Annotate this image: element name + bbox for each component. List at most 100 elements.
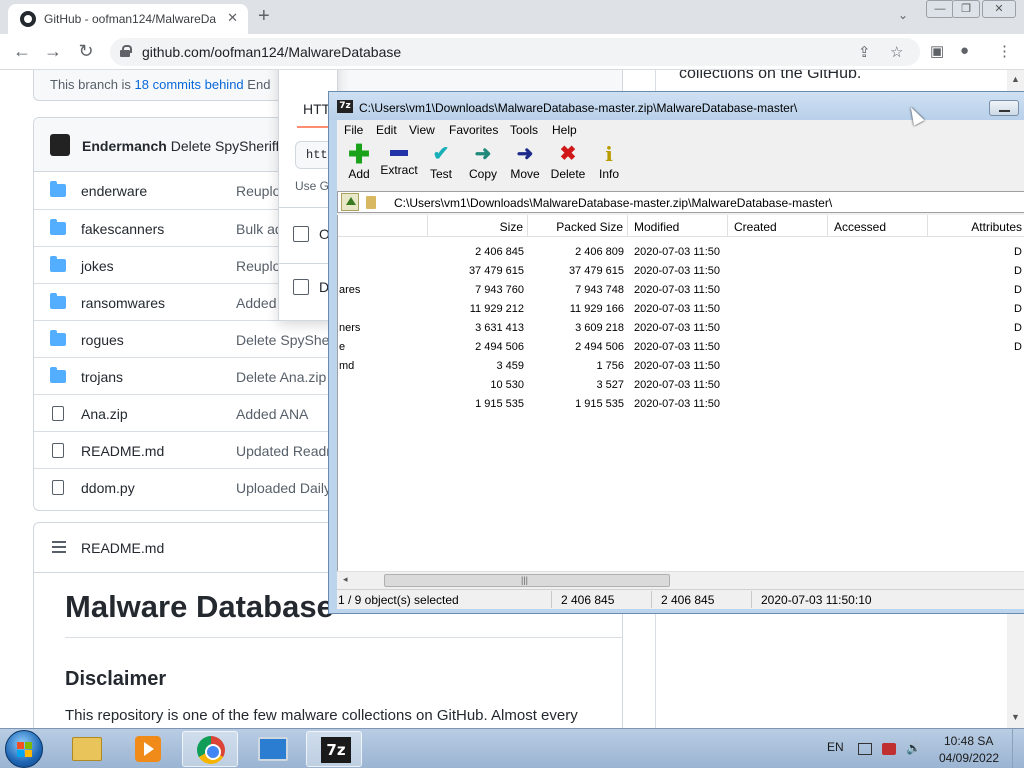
archive-row[interactable]: ners 3 631 413 3 609 218 2020-07-03 11:50 D (338, 319, 1024, 338)
taskbar-control-panel[interactable] (244, 731, 300, 767)
column-header-packed-size[interactable]: Packed Size (528, 215, 628, 237)
file-name-link[interactable]: README.md (81, 443, 164, 459)
browser-tab-github[interactable]: GitHub - oofman124/MalwareDa ✕ (8, 4, 248, 34)
address-bar[interactable]: github.com/oofman124/MalwareDatabase ⇪ ☆ (110, 38, 920, 66)
menu-favorites[interactable]: Favorites (449, 123, 498, 137)
column-header-name[interactable] (338, 215, 428, 237)
archive-file-list[interactable]: Size Packed Size Modified Created Access… (337, 215, 1024, 571)
file-name-link[interactable]: ddom.py (81, 480, 135, 496)
list-icon[interactable] (52, 541, 66, 553)
file-icon (52, 480, 64, 495)
file-name-link[interactable]: trojans (81, 369, 123, 385)
back-arrow-icon[interactable]: ← (11, 41, 33, 62)
clock-date[interactable]: 04/09/2022 (939, 751, 999, 765)
profile-avatar-icon[interactable]: ● (960, 42, 969, 59)
archive-row[interactable]: 37 479 615 37 479 615 2020-07-03 11:50 D (338, 262, 1024, 281)
file-name-link[interactable]: enderware (81, 183, 147, 199)
commit-message-link[interactable]: Updated Readr (236, 443, 331, 459)
file-name-link[interactable]: fakescanners (81, 221, 164, 237)
language-indicator[interactable]: EN (827, 740, 844, 754)
archive-row[interactable]: 2 406 845 2 406 809 2020-07-03 11:50 D (338, 243, 1024, 262)
tab-close-icon[interactable]: ✕ (227, 10, 238, 26)
status-bar: 1 / 9 object(s) selected 2 406 845 2 406… (337, 589, 1024, 609)
column-header-attributes[interactable]: Attributes (928, 215, 1024, 237)
test-button[interactable]: ✔ Test (419, 142, 463, 186)
commit-message-link[interactable]: Delete SpyShe (236, 332, 329, 348)
7zip-minimize-button[interactable] (989, 100, 1019, 116)
avatar[interactable] (50, 134, 70, 156)
archive-row[interactable]: e 2 494 506 2 494 506 2020-07-03 11:50 D (338, 338, 1024, 357)
archive-row[interactable]: 10 530 3 527 2020-07-03 11:50 (338, 376, 1024, 395)
browser-close-button[interactable]: ✕ (982, 0, 1016, 18)
extract-button[interactable]: Extract (377, 142, 421, 186)
copy-button[interactable]: ➜ Copy (461, 142, 505, 186)
file-name-link[interactable]: rogues (81, 332, 124, 348)
archive-row[interactable]: 1 915 535 1 915 535 2020-07-03 11:50 (338, 395, 1024, 414)
archive-row-modified: 2020-07-03 11:50 (634, 379, 721, 391)
column-header-accessed[interactable]: Accessed (828, 215, 928, 237)
reload-icon[interactable]: ↻ (75, 41, 97, 62)
clock-time[interactable]: 10:48 SA (944, 734, 993, 748)
delete-button[interactable]: ✖ Delete (546, 142, 590, 186)
commit-message-link[interactable]: Reuplo (236, 258, 280, 274)
commit-message-link[interactable]: Added (236, 295, 276, 311)
up-folder-icon[interactable] (341, 193, 359, 211)
taskbar-media-player[interactable] (119, 731, 175, 767)
menu-help[interactable]: Help (552, 123, 577, 137)
menu-file[interactable]: File (344, 123, 363, 137)
info-button[interactable]: i Info (587, 142, 631, 186)
scroll-down-icon[interactable]: ▼ (1011, 712, 1020, 722)
bookmark-star-icon[interactable]: ☆ (890, 43, 903, 61)
start-button[interactable] (5, 730, 43, 768)
menu-tools[interactable]: Tools (510, 123, 538, 137)
tab-search-chevron-icon[interactable]: ⌄ (898, 8, 908, 22)
commit-message-link[interactable]: Bulk ad (236, 221, 283, 237)
scroll-left-icon[interactable]: ◂ (343, 574, 348, 585)
file-name-link[interactable]: Ana.zip (81, 406, 128, 422)
taskbar-explorer[interactable] (58, 731, 114, 767)
file-name-link[interactable]: ransomwares (81, 295, 165, 311)
archive-row[interactable]: md 3 459 1 756 2020-07-03 11:50 (338, 357, 1024, 376)
taskbar-7zip[interactable]: 7z (306, 731, 362, 767)
archive-row-name: ares (339, 284, 361, 296)
horizontal-scrollbar[interactable]: ◂ ||| (337, 571, 1024, 588)
browser-restore-button[interactable]: ❐ (952, 0, 980, 18)
move-button[interactable]: ➜ Move (503, 142, 547, 186)
archive-row[interactable]: 11 929 212 11 929 166 2020-07-03 11:50 D (338, 300, 1024, 319)
horizontal-scroll-thumb[interactable]: ||| (384, 574, 670, 587)
browser-menu-icon[interactable]: ⋮ (997, 42, 1012, 60)
taskbar-chrome[interactable] (182, 731, 238, 767)
file-name-link[interactable]: jokes (81, 258, 114, 274)
menu-edit[interactable]: Edit (376, 123, 397, 137)
path-text[interactable]: C:\Users\vm1\Downloads\MalwareDatabase-m… (394, 196, 832, 210)
network-icon[interactable] (858, 743, 872, 755)
archive-row[interactable]: ares 7 943 760 7 943 748 2020-07-03 11:50 D (338, 281, 1024, 300)
action-center-icon[interactable] (882, 743, 896, 755)
lock-icon[interactable] (120, 45, 132, 57)
commit-message[interactable]: Delete SpySheriff.z (171, 138, 291, 154)
side-panel-icon[interactable]: ▣ (930, 42, 944, 60)
browser-minimize-button[interactable]: — (926, 0, 954, 18)
commit-message-link[interactable]: Uploaded Daily (236, 480, 331, 496)
path-bar[interactable]: C:\Users\vm1\Downloads\MalwareDatabase-m… (337, 191, 1024, 213)
add-button[interactable]: ✚ Add (337, 141, 381, 186)
archive-row-size: 2 494 506 (475, 341, 524, 353)
commit-message-link[interactable]: Delete Ana.zip (236, 369, 326, 385)
volume-icon[interactable]: 🔊 (906, 741, 921, 755)
commit-message-link[interactable]: Added ANA (236, 406, 308, 422)
commit-message-link[interactable]: Reuplo (236, 183, 280, 199)
address-url[interactable]: github.com/oofman124/MalwareDatabase (142, 44, 401, 60)
column-header-size[interactable]: Size (428, 215, 528, 237)
forward-arrow-icon[interactable]: → (42, 41, 64, 62)
new-tab-button[interactable]: + (258, 5, 270, 28)
column-header-modified[interactable]: Modified (628, 215, 728, 237)
menu-view[interactable]: View (409, 123, 435, 137)
archive-row-packed-size: 1 915 535 (575, 398, 624, 410)
share-icon[interactable]: ⇪ (858, 43, 871, 61)
commits-behind-link[interactable]: 18 commits behind (135, 77, 244, 92)
commit-author[interactable]: Endermanch (82, 138, 167, 154)
scroll-up-icon[interactable]: ▲ (1011, 74, 1020, 84)
tab-https[interactable]: HTT (303, 101, 330, 117)
column-header-created[interactable]: Created (728, 215, 828, 237)
show-desktop-button[interactable] (1012, 729, 1024, 768)
